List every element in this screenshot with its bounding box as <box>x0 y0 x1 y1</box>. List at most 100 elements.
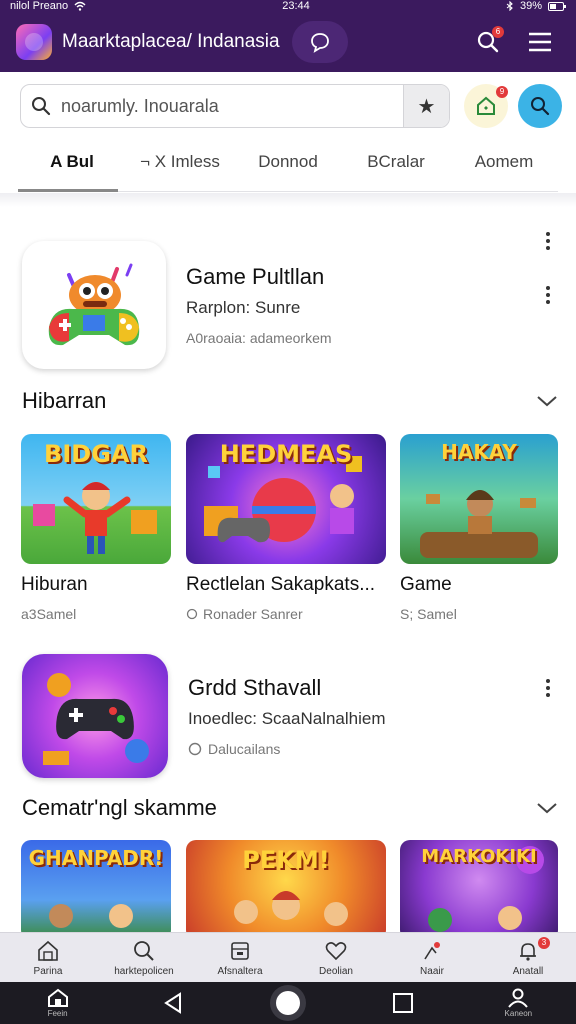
search-box: ★ <box>20 84 450 128</box>
search-icon <box>531 97 550 116</box>
search-badge: 6 <box>492 26 504 38</box>
game-card-subtitle-text: Ronader Sanrer <box>203 606 303 622</box>
section-header-hibarran: Hibarran <box>22 388 558 414</box>
game-card-subtitle: a3Samel <box>21 606 77 622</box>
game-card[interactable]: GHANPADR! <box>21 840 171 940</box>
game-card-image: MARKOKIKI <box>400 840 558 940</box>
game-card-title: Game <box>400 574 452 595</box>
marketplace-screen: nilol Preano 23:44 39% Maarktaplacea/ In… <box>0 0 576 1024</box>
section-header-cematr: Cematr'ngl skamme <box>22 795 558 821</box>
notification-badge: 3 <box>538 937 550 949</box>
featured-app-subtitle: Rarplon: Sunre <box>186 298 301 317</box>
second-app-title: Grdd Sthavall <box>188 674 322 700</box>
game-card-image: BIDGAR <box>21 434 171 564</box>
system-account-button[interactable]: Kaneon <box>488 982 548 1024</box>
menu-button[interactable] <box>520 22 560 62</box>
header-search-button[interactable]: 6 <box>468 22 508 62</box>
favorite-star-button[interactable]: ★ <box>403 85 449 127</box>
app-title: Maarktaplacea/ Indanasia <box>62 31 280 52</box>
back-triangle-icon <box>163 992 181 1014</box>
tab-bcralar[interactable]: BCralar <box>342 142 450 191</box>
tab-all[interactable]: A Bul <box>18 142 126 192</box>
app-logo[interactable] <box>16 24 52 60</box>
card-art-title: HEDMEAS <box>219 440 353 468</box>
nav-label: Naair <box>420 966 444 977</box>
magnifier-icon <box>32 97 51 116</box>
game-card-image: GHANPADR! <box>21 840 171 940</box>
section-title: Hibarran <box>22 388 107 413</box>
second-app-meta: Dalucailans <box>188 741 558 757</box>
tabs-shadow <box>0 193 576 207</box>
game-card[interactable]: HEDMEAS Rectlelan Sakapkats... Ronader S… <box>186 434 386 622</box>
home-outline-icon <box>38 940 58 961</box>
chevron-down-icon[interactable] <box>536 801 558 815</box>
search-icon <box>134 941 154 961</box>
battery-icon <box>548 1 566 11</box>
second-app-icon <box>22 653 168 778</box>
tab-donnod[interactable]: Donnod <box>234 142 342 191</box>
game-card[interactable]: BIDGAR Hiburan a3Samel <box>21 434 171 622</box>
tab-aomem[interactable]: Aomem <box>450 142 558 191</box>
tab-imless[interactable]: ¬ X Imless <box>126 142 234 191</box>
second-app-subtitle: Inoedlec: ScaaNalnalhiem <box>188 708 386 728</box>
search-row: ★ 9 <box>20 84 562 128</box>
square-recents-icon <box>393 993 414 1013</box>
nav-item-home[interactable]: Parina <box>0 933 96 982</box>
location-pin-icon <box>188 742 202 755</box>
system-recents-button[interactable] <box>373 982 433 1024</box>
nav-label: Afsnaltera <box>217 966 263 977</box>
nav-label: harktepolicen <box>114 966 174 977</box>
chevron-down-icon[interactable] <box>536 394 558 408</box>
star-icon: ★ <box>417 95 436 118</box>
second-app-meta-text: Dalucailans <box>208 740 281 757</box>
nav-label: Parina <box>33 966 63 977</box>
featured-app-text: Game Pultllan Rarplon: Sunre A0raoaia: a… <box>186 264 558 346</box>
game-card[interactable]: PEKM! <box>186 840 386 940</box>
card-art-title: BIDGAR <box>44 440 148 468</box>
nav-item-box[interactable]: Afsnaltera <box>192 933 288 982</box>
clock-text: 23:44 <box>282 0 310 12</box>
store-badge: 9 <box>496 86 508 98</box>
second-app-menu-button[interactable] <box>538 679 558 697</box>
game-card[interactable]: MARKOKIKI <box>400 840 558 940</box>
nav-item-favorites[interactable]: Deolian <box>288 933 384 982</box>
card-art-title: HAKAY <box>441 440 517 464</box>
system-center-button[interactable] <box>258 982 318 1024</box>
search-input[interactable] <box>61 95 403 117</box>
search-submit-button[interactable] <box>518 84 562 128</box>
status-bar: nilol Preano 23:44 39% <box>0 0 576 12</box>
search-field-icon <box>21 96 61 116</box>
bluetooth-icon <box>506 1 513 11</box>
system-home-button[interactable]: Feein <box>28 982 88 1024</box>
card-art-title: MARKOKIKI <box>421 846 537 867</box>
system-back-button[interactable] <box>143 982 203 1024</box>
section-title: Cematr'ngl skamme <box>22 795 217 820</box>
carrier-text: nilol Preano <box>10 0 69 12</box>
featured-app-title: Game Pultllan <box>186 264 325 289</box>
nav-item-notifications[interactable]: 3 Anatall <box>480 933 576 982</box>
home-icon <box>47 988 68 1007</box>
system-account-label: Kaneon <box>504 1009 533 1018</box>
featured-app-item[interactable]: Game Pultllan Rarplon: Sunre A0raoaia: a… <box>22 240 558 370</box>
nav-item-search[interactable]: harktepolicen <box>96 933 192 982</box>
nav-label: Anatall <box>512 966 544 977</box>
circle-home-icon <box>269 985 306 1021</box>
game-controller-mascot-icon <box>48 263 140 346</box>
featured-app-menu-button[interactable] <box>538 286 558 304</box>
second-app-text: Grdd Sthavall Inoedlec: ScaaNalnalhiem D… <box>188 675 558 757</box>
bottom-navigation: Parina harktepolicen Afsnaltera Deolian … <box>0 932 576 982</box>
featured-app-meta: A0raoaia: adameorkem <box>186 330 332 346</box>
chat-button[interactable] <box>291 21 348 63</box>
location-pin-icon <box>186 608 198 620</box>
nav-label: Deolian <box>319 966 353 977</box>
game-card-subtitle: S; Samel <box>400 606 457 622</box>
person-icon <box>508 988 529 1008</box>
second-app-item[interactable]: Grdd Sthavall Inoedlec: ScaaNalnalhiem D… <box>22 653 558 778</box>
game-card[interactable]: HAKAY Game S; Samel <box>400 434 558 622</box>
card-art-title: GHANPADR! <box>28 846 164 870</box>
category-tabs: A Bul ¬ X Imless Donnod BCralar Aomem <box>18 142 558 192</box>
nav-item-tag[interactable]: Naair <box>384 933 480 982</box>
featured-app-icon <box>22 241 166 369</box>
system-home-label: Feein <box>47 1009 68 1018</box>
store-button[interactable]: 9 <box>464 84 508 128</box>
